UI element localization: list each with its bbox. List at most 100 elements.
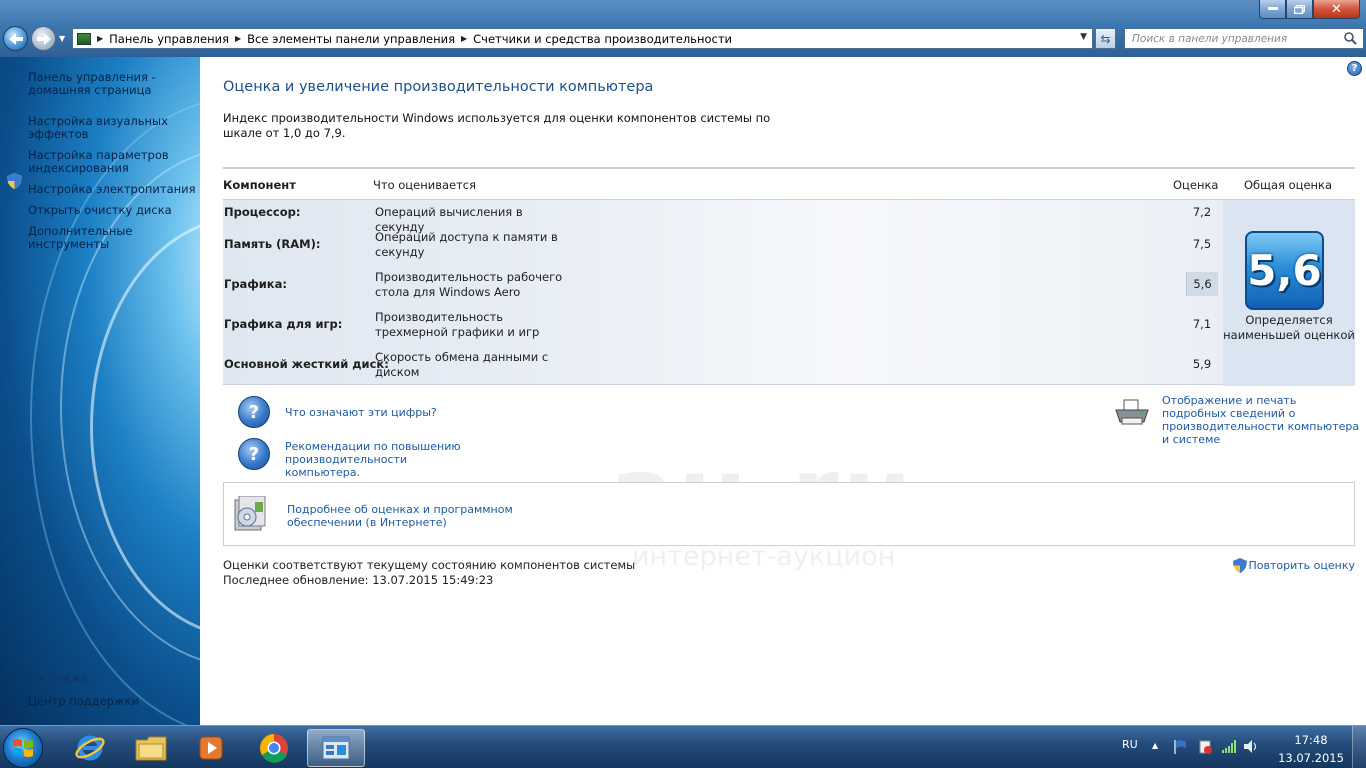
window-controls: ✕	[1259, 0, 1360, 19]
sidebar-item-visual-effects[interactable]: Настройка визуальных эффектов	[28, 115, 196, 141]
table-row: Графика: Производительность рабочего сто…	[223, 270, 1223, 310]
clock-date[interactable]: 13.07.2015	[1277, 751, 1345, 765]
window-titlebar: ✕ ▼ ▶ Панель управления ▶ Все элементы пан…	[0, 0, 1366, 57]
close-button[interactable]: ✕	[1313, 0, 1360, 19]
table-header: Компонент Что оценивается Оценка Общая о…	[223, 175, 1355, 199]
component-description: Производительность трехмерной графики и …	[375, 310, 540, 339]
printer-icon	[1115, 399, 1149, 425]
column-header-component: Компонент	[223, 178, 296, 192]
refresh-icon: ⇆	[1100, 31, 1111, 46]
recent-pages-dropdown[interactable]: ▼	[59, 34, 68, 43]
taskbar-internet-explorer[interactable]	[61, 729, 119, 767]
folder-icon	[135, 736, 167, 761]
score-table: Процессор: Операций вычисления в секунду…	[223, 199, 1355, 386]
column-header-base-score: Общая оценка	[1244, 178, 1333, 192]
see-also-heading: См. также	[28, 672, 88, 685]
sidebar-item-advanced-tools[interactable]: Дополнительные инструменты	[28, 225, 196, 251]
recommendations-link[interactable]: Рекомендации по повышению производительн…	[285, 440, 485, 479]
minimize-icon	[1267, 7, 1278, 10]
table-row: Графика для игр: Производительность трех…	[223, 310, 1223, 350]
component-score: 7,1	[1192, 317, 1212, 331]
repeat-assessment-link[interactable]: Повторить оценку	[1232, 558, 1355, 573]
media-player-icon	[199, 736, 223, 760]
repeat-assessment-label: Повторить оценку	[1248, 559, 1355, 572]
internet-explorer-icon	[75, 735, 105, 761]
minimize-button[interactable]	[1259, 0, 1286, 19]
restore-icon	[1294, 4, 1305, 14]
component-description: Скорость обмена данными с диском	[375, 350, 549, 379]
taskbar-chrome[interactable]	[245, 729, 303, 767]
action-center-flag-icon[interactable]	[1173, 739, 1188, 754]
arrow-left-icon	[8, 32, 23, 45]
component-score: 5,9	[1192, 357, 1212, 371]
breadcrumb-item[interactable]: ▶ Все элементы панели управления	[235, 32, 455, 46]
component-score: 7,5	[1192, 237, 1212, 251]
column-header-what: Что оценивается	[373, 178, 477, 192]
component-name: Процессор:	[224, 205, 301, 219]
taskbar-media-player[interactable]	[182, 729, 240, 767]
base-score-panel: 5,6 Определяется наименьшей оценкой	[1223, 200, 1355, 386]
base-score-note: Определяется наименьшей оценкой	[1223, 313, 1355, 342]
chevron-right-icon: ▶	[97, 34, 104, 43]
question-icon: ?	[238, 396, 270, 428]
control-panel-icon	[77, 32, 91, 45]
sidebar-item-power[interactable]: Настройка электропитания	[28, 183, 196, 196]
shield-icon	[7, 173, 22, 189]
taskbar-control-panel[interactable]	[307, 729, 365, 767]
taskbar-explorer[interactable]	[122, 729, 180, 767]
left-pane: Панель управления - домашняя страница На…	[0, 57, 200, 725]
volume-icon[interactable]	[1243, 739, 1258, 754]
show-desktop-button[interactable]	[1352, 726, 1366, 768]
base-score-badge: 5,6	[1245, 231, 1324, 310]
chevron-down-icon[interactable]: ▼	[1080, 32, 1087, 42]
component-description: Производительность рабочего стола для Wi…	[375, 270, 563, 299]
table-row: Основной жесткий диск: Скорость обмена д…	[223, 350, 1223, 390]
page-title: Оценка и увеличение производительности к…	[223, 79, 654, 95]
search-box[interactable]	[1124, 28, 1364, 49]
breadcrumb-item[interactable]: ▶ Панель управления	[97, 32, 229, 46]
intro-text: Индекс производительности Windows исполь…	[223, 111, 771, 140]
taskbar: RU ▲ 17:48 13.07.2015	[0, 725, 1366, 768]
main-content: ? au.ru интернет-аукцион Оценка и увелич…	[200, 57, 1366, 725]
breadcrumb-item[interactable]: ▶ Счетчики и средства производительности	[461, 32, 732, 46]
chevron-right-icon: ▶	[460, 34, 468, 43]
language-indicator[interactable]: RU	[1122, 738, 1138, 751]
chevron-right-icon: ▶	[235, 34, 242, 43]
sidebar-item-action-center[interactable]: Центр поддержки	[28, 694, 139, 708]
forward-button[interactable]	[31, 26, 56, 51]
security-alert-icon[interactable]	[1197, 739, 1212, 754]
status-text: Оценки соответствуют текущему состоянию …	[223, 558, 636, 572]
question-icon: ?	[238, 438, 270, 470]
sidebar-item-home[interactable]: Панель управления - домашняя страница	[28, 71, 196, 97]
component-score: 7,2	[1192, 205, 1212, 219]
shield-icon	[1232, 558, 1247, 573]
refresh-button[interactable]: ⇆	[1095, 28, 1116, 49]
address-bar[interactable]: ▶ Панель управления ▶ Все элементы панели …	[72, 28, 1093, 49]
print-details-link[interactable]: Отображение и печать подробных сведений …	[1162, 394, 1362, 446]
search-icon[interactable]	[1344, 32, 1357, 45]
component-score-lowest: 5,6	[1186, 272, 1218, 296]
more-info-link[interactable]: Подробнее об оценках и программном обесп…	[287, 503, 517, 529]
component-name: Графика для игр:	[224, 317, 343, 331]
arrow-right-icon	[36, 32, 51, 45]
sidebar-item-disk-cleanup[interactable]: Открыть очистку диска	[28, 204, 196, 217]
chrome-icon	[260, 734, 288, 763]
windows-logo-icon	[13, 739, 33, 757]
maximize-button[interactable]	[1286, 0, 1313, 19]
back-button[interactable]	[3, 26, 28, 51]
component-name: Графика:	[224, 277, 287, 291]
start-button[interactable]	[3, 728, 43, 768]
table-row: Память (RAM): Операций доступа к памяти …	[223, 230, 1223, 270]
last-update-text: Последнее обновление: 13.07.2015 15:49:2…	[223, 573, 494, 587]
help-icon[interactable]: ?	[1347, 61, 1362, 76]
performance-window-icon	[322, 736, 350, 760]
component-name: Память (RAM):	[224, 237, 321, 251]
what-numbers-link[interactable]: Что означают эти цифры?	[285, 406, 437, 419]
show-hidden-icons-button[interactable]: ▲	[1152, 741, 1158, 750]
network-signal-icon[interactable]	[1221, 739, 1236, 754]
clock-time[interactable]: 17:48	[1281, 733, 1341, 747]
search-input[interactable]	[1132, 32, 1337, 45]
component-name: Основной жесткий диск:	[224, 357, 389, 371]
sidebar-item-indexing[interactable]: Настройка параметров индексирования	[28, 149, 196, 175]
more-info-box: Подробнее об оценках и программном обесп…	[223, 482, 1355, 546]
